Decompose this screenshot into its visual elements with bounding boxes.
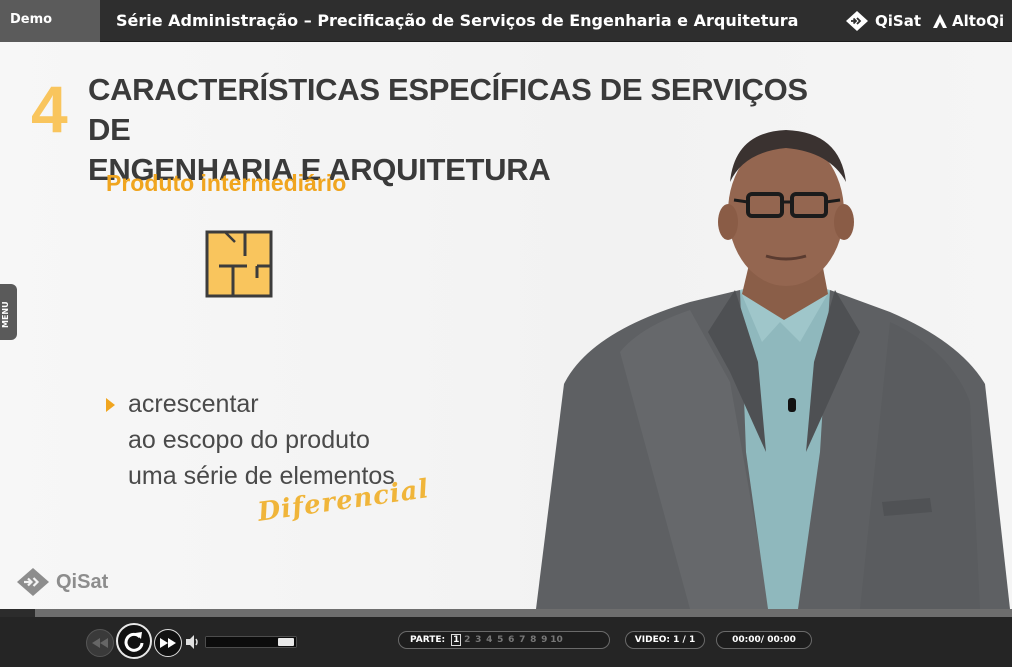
qisat-watermark: QiSat	[16, 567, 108, 597]
altoqi-logo-text: AltoQi	[952, 12, 1005, 30]
volume-handle[interactable]	[278, 638, 294, 646]
section-number: 4	[31, 72, 68, 146]
presenter-image	[536, 130, 1010, 609]
part-button-9[interactable]: 9	[539, 632, 549, 648]
fast-forward-button[interactable]	[154, 629, 182, 657]
video-progress-fill	[0, 609, 36, 617]
rewind-button[interactable]	[86, 629, 114, 657]
parts-selector: PARTE: 1 2 3 4 5 6 7 8 9 10	[398, 631, 610, 649]
altoqi-logo-icon	[933, 14, 947, 28]
video-value: 1 / 1	[673, 635, 696, 645]
header-bar: Demo Série Administração – Precificação …	[0, 0, 1012, 42]
qisat-logo-icon	[846, 11, 868, 31]
altoqi-logo: AltoQi	[931, 10, 1004, 32]
qisat-logo-text: QiSat	[875, 12, 921, 30]
qisat-logo: QiSat	[845, 10, 921, 32]
floorplan-icon	[205, 230, 273, 298]
replay-icon	[124, 632, 144, 652]
bullet-line: acrescentar	[128, 390, 259, 418]
part-button-6[interactable]: 6	[506, 632, 516, 648]
video-progress-bar[interactable]	[0, 609, 1012, 617]
part-button-2[interactable]: 2	[462, 632, 472, 648]
menu-tab[interactable]: MENU	[0, 284, 17, 340]
demo-tab[interactable]: Demo	[0, 0, 100, 42]
parts-label: PARTE:	[410, 635, 446, 645]
video-counter: VIDEO: 1 / 1	[625, 631, 705, 649]
volume-slider[interactable]	[205, 636, 297, 648]
part-button-7[interactable]: 7	[517, 632, 527, 648]
video-stage[interactable]: 4 CARACTERÍSTICAS ESPECÍFICAS DE SERVIÇO…	[0, 42, 1012, 609]
replay-button[interactable]	[116, 623, 152, 659]
part-button-8[interactable]: 8	[528, 632, 538, 648]
part-button-4[interactable]: 4	[484, 632, 494, 648]
part-button-10[interactable]: 10	[550, 632, 563, 648]
qisat-watermark-icon	[17, 568, 49, 596]
part-button-1[interactable]: 1	[451, 634, 462, 646]
video-label: VIDEO:	[634, 635, 670, 645]
fast-forward-icon	[160, 638, 176, 648]
menu-tab-label: MENU	[1, 301, 10, 328]
volume-icon[interactable]	[184, 634, 200, 650]
time-display: 00:00/ 00:00	[716, 631, 812, 649]
video-player-app: Demo Série Administração – Precificação …	[0, 0, 1012, 667]
qisat-watermark-text: QiSat	[56, 570, 109, 593]
course-title: Série Administração – Precificação de Se…	[116, 11, 799, 30]
player-controls: PARTE: 1 2 3 4 5 6 7 8 9 10 VIDEO: 1 / 1 00:00/ 0…	[0, 617, 1012, 667]
bullet-arrow-icon	[106, 398, 115, 412]
part-button-3[interactable]: 3	[473, 632, 483, 648]
parts-list: 1 2 3 4 5 6 7 8 9 10	[448, 632, 563, 648]
bullet-line: ao escopo do produto	[128, 426, 370, 454]
part-button-5[interactable]: 5	[495, 632, 505, 648]
slide-subheading: Produto intermediário	[106, 170, 347, 196]
rewind-icon	[92, 638, 108, 648]
